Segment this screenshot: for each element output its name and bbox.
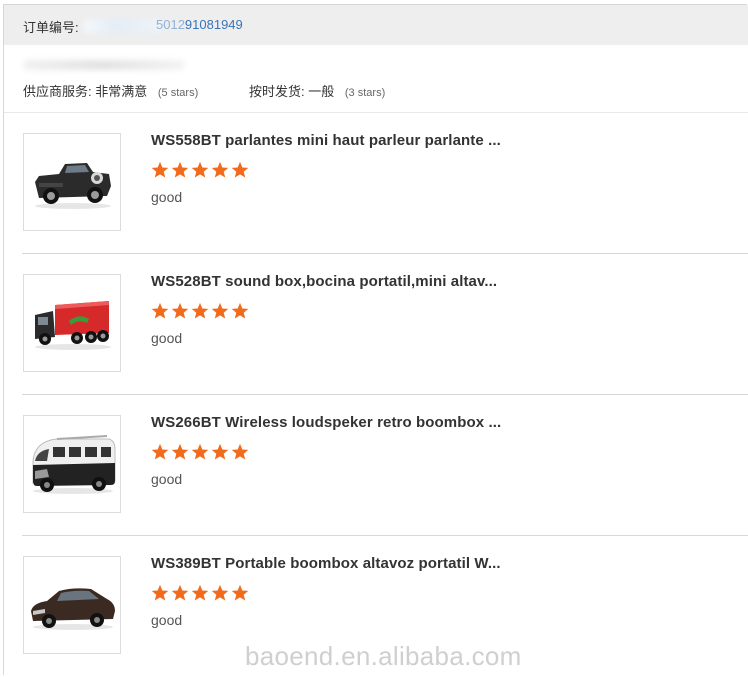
star-rating	[151, 302, 249, 320]
star-icon	[151, 443, 169, 460]
container-truck-speaker-icon	[35, 301, 111, 350]
supplier-service-value: 非常满意	[95, 84, 148, 99]
star-icon	[171, 161, 189, 178]
star-icon	[211, 302, 229, 319]
star-icon	[231, 161, 249, 178]
star-icon	[191, 443, 209, 460]
pickup-truck-speaker-icon	[35, 163, 111, 209]
star-icon	[231, 302, 249, 319]
supplier-service-label: 供应商服务:	[23, 84, 92, 99]
redacted-order-prefix	[84, 19, 162, 33]
review-comment: good	[151, 471, 183, 487]
order-number-faded: 5012	[156, 17, 185, 32]
star-icon	[151, 302, 169, 319]
review-item: WS266BT Wireless loudspeker retro boombo…	[4, 395, 748, 536]
star-icon	[191, 584, 209, 601]
product-title[interactable]: WS558BT parlantes mini haut parleur parl…	[151, 132, 501, 149]
star-icon	[151, 161, 169, 178]
review-comment: good	[151, 612, 183, 628]
star-icon	[151, 584, 169, 601]
watermark-text: baoend.en.alibaba.com	[245, 641, 522, 671]
star-icon	[191, 161, 209, 178]
retro-bus-speaker-icon	[32, 435, 116, 494]
star-icon	[191, 302, 209, 319]
product-thumbnail[interactable]	[23, 274, 121, 372]
on-time-shipping-rating: 按时发货: 一般 (3 stars)	[249, 81, 385, 100]
star-rating	[151, 161, 249, 179]
product-thumbnail[interactable]	[23, 556, 121, 654]
review-item: WS528BT sound box,bocina portatil,mini a…	[4, 254, 748, 395]
star-icon	[231, 443, 249, 460]
star-icon	[171, 443, 189, 460]
on-time-value: 一般	[308, 84, 335, 99]
review-comment: good	[151, 189, 183, 205]
on-time-note: (3 stars)	[344, 87, 386, 99]
product-thumbnail[interactable]	[23, 415, 121, 513]
order-number-value: 91081949	[184, 17, 243, 32]
star-icon	[211, 443, 229, 460]
order-number-link[interactable]: 501291081949	[156, 17, 243, 32]
product-title[interactable]: WS528BT sound box,bocina portatil,mini a…	[151, 273, 497, 290]
star-icon	[211, 584, 229, 601]
product-thumbnail[interactable]	[23, 133, 121, 231]
product-title[interactable]: WS389BT Portable boombox altavoz portati…	[151, 555, 501, 572]
review-item: WS558BT parlantes mini haut parleur parl…	[4, 113, 748, 254]
order-number-label: 订单编号:	[23, 20, 79, 35]
order-header: 订单编号: 501291081949	[4, 5, 748, 45]
star-icon	[231, 584, 249, 601]
supplier-service-rating: 供应商服务: 非常满意 (5 stars)	[23, 81, 198, 100]
review-comment: good	[151, 330, 183, 346]
star-icon	[171, 302, 189, 319]
star-icon	[211, 161, 229, 178]
star-icon	[171, 584, 189, 601]
product-title[interactable]: WS266BT Wireless loudspeker retro boombo…	[151, 414, 501, 431]
star-rating	[151, 443, 249, 461]
suv-speaker-icon	[31, 588, 115, 630]
supplier-service-note: (5 stars)	[157, 87, 199, 99]
on-time-label: 按时发货:	[249, 84, 305, 99]
star-rating	[151, 584, 249, 602]
redacted-seller-name	[24, 60, 184, 70]
